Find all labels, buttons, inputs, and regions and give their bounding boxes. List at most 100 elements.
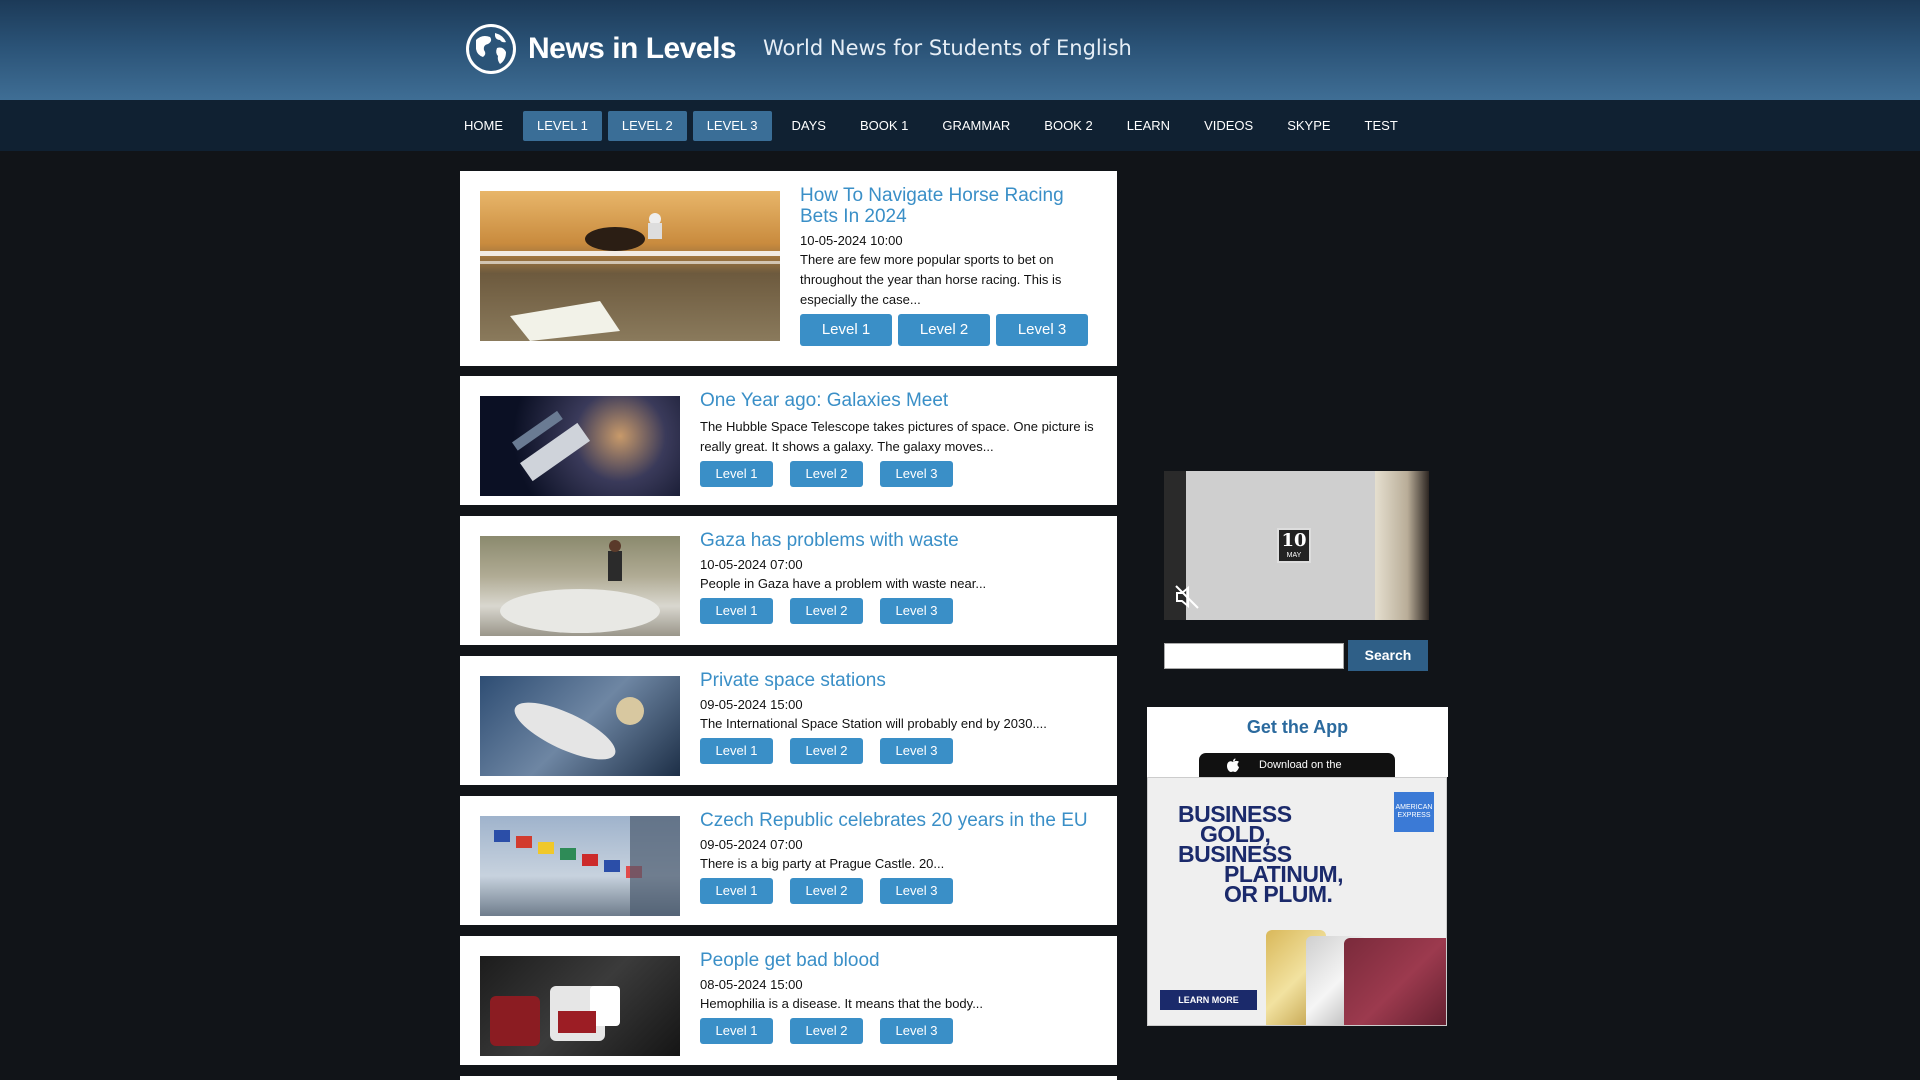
level-2-button[interactable]: Level 2: [790, 598, 863, 624]
article-title[interactable]: How To Navigate Horse Racing Bets In 202…: [800, 185, 1100, 227]
article-date: 10-05-2024 10:00: [800, 233, 903, 248]
article-body: Private space stations 09-05-2024 15:00 …: [700, 670, 1100, 764]
nav-days[interactable]: DAYS: [778, 111, 840, 141]
article-title[interactable]: Private space stations: [700, 670, 1100, 691]
level-1-button[interactable]: Level 1: [700, 878, 773, 904]
level-1-button[interactable]: Level 1: [700, 598, 773, 624]
article-thumbnail-czech-eu[interactable]: [480, 816, 680, 916]
level-2-button[interactable]: Level 2: [790, 738, 863, 764]
article-title[interactable]: People get bad blood: [700, 950, 1100, 971]
advertisement[interactable]: BUSINESS GOLD, BUSINESS PLATINUM, OR PLU…: [1147, 777, 1447, 1026]
mute-icon[interactable]: [1174, 584, 1200, 610]
article-card: One Year ago: Galaxies Meet The Hubble S…: [460, 376, 1117, 505]
article-description: There are few more popular sports to bet…: [800, 252, 1062, 307]
level-2-button[interactable]: Level 2: [790, 878, 863, 904]
article-body: One Year ago: Galaxies Meet The Hubble S…: [700, 390, 1100, 487]
video-player[interactable]: 10 MAY: [1164, 471, 1429, 620]
nav-list: HOME LEVEL 1 LEVEL 2 LEVEL 3 DAYS BOOK 1…: [450, 111, 1418, 141]
article-card: [460, 1076, 1117, 1080]
article-thumbnail-space-stations[interactable]: [480, 676, 680, 776]
level-buttons: Level 1 Level 2 Level 3: [700, 598, 1100, 624]
app-badge-text: Download on the: [1259, 759, 1342, 771]
level-buttons: Level 1 Level 2 Level 3: [700, 1018, 1100, 1044]
level-3-button[interactable]: Level 3: [880, 598, 953, 624]
article-thumbnail-horse-racing[interactable]: [480, 191, 780, 341]
article-card: How To Navigate Horse Racing Bets In 202…: [460, 171, 1117, 366]
calendar-icon: 10 MAY: [1277, 528, 1311, 563]
level-3-button[interactable]: Level 3: [880, 1018, 953, 1044]
article-description: The International Space Station will pro…: [700, 716, 1047, 731]
article-description: Hemophilia is a disease. It means that t…: [700, 996, 984, 1011]
level-buttons: Level 1 Level 2 Level 3: [700, 738, 1100, 764]
calendar-month: MAY: [1286, 552, 1302, 559]
level-1-button[interactable]: Level 1: [700, 1018, 773, 1044]
main-nav: HOME LEVEL 1 LEVEL 2 LEVEL 3 DAYS BOOK 1…: [0, 100, 1920, 151]
article-description: The Hubble Space Telescope takes picture…: [700, 419, 1094, 454]
level-buttons: Level 1 Level 2 Level 3: [700, 878, 1100, 904]
nav-level-2[interactable]: LEVEL 2: [607, 111, 687, 141]
nav-book-2[interactable]: BOOK 2: [1030, 111, 1106, 141]
ad-line: OR PLUM.: [1224, 881, 1333, 907]
nav-level-3[interactable]: LEVEL 3: [692, 111, 772, 141]
horse-racing-image: [480, 213, 780, 341]
nav-test[interactable]: TEST: [1351, 111, 1412, 141]
tagline: World News for Students of English: [763, 36, 1132, 60]
nav-learn[interactable]: LEARN: [1113, 111, 1184, 141]
level-3-button[interactable]: Level 3: [880, 738, 953, 764]
nav-videos[interactable]: VIDEOS: [1190, 111, 1267, 141]
blood-bags-image: [490, 986, 620, 1046]
waste-image: [500, 540, 660, 633]
article-card: Czech Republic celebrates 20 years in th…: [460, 796, 1117, 925]
calendar-day: 10: [1281, 530, 1307, 551]
article-date: 08-05-2024 15:00: [700, 977, 803, 992]
level-buttons: Level 1 Level 2 Level 3: [800, 314, 1100, 346]
level-2-button[interactable]: Level 2: [790, 1018, 863, 1044]
hubble-image: [512, 410, 590, 482]
app-store-badge[interactable]: Download on the: [1199, 753, 1395, 777]
space-station-image: [514, 697, 644, 760]
level-3-button[interactable]: Level 3: [880, 461, 953, 487]
article-thumbnail-blood[interactable]: [480, 956, 680, 1056]
site-name: News in Levels: [528, 32, 737, 65]
article-title[interactable]: Gaza has problems with waste: [700, 530, 1100, 551]
video-presenter: [1375, 471, 1429, 620]
article-body: Czech Republic celebrates 20 years in th…: [700, 810, 1100, 904]
eu-flags-image: [494, 816, 680, 916]
globe-icon: [466, 24, 516, 74]
level-buttons: Level 1 Level 2 Level 3: [700, 461, 1100, 487]
article-card: Gaza has problems with waste 10-05-2024 …: [460, 516, 1117, 645]
article-date: 10-05-2024 07:00: [700, 557, 803, 572]
nav-home[interactable]: HOME: [450, 111, 517, 141]
article-body: Gaza has problems with waste 10-05-2024 …: [700, 530, 1100, 624]
article-thumbnail-gaza-waste[interactable]: [480, 536, 680, 636]
app-promo: Get the App Download on the: [1147, 707, 1448, 777]
amex-logo: AMERICAN EXPRESS: [1394, 792, 1434, 832]
nav-level-1[interactable]: LEVEL 1: [523, 111, 602, 141]
search-input[interactable]: [1164, 643, 1344, 669]
brand-logo[interactable]: News in Levels: [464, 22, 737, 76]
article-body: How To Navigate Horse Racing Bets In 202…: [800, 185, 1100, 346]
article-card: People get bad blood 08-05-2024 15:00 He…: [460, 936, 1117, 1065]
article-body: People get bad blood 08-05-2024 15:00 He…: [700, 950, 1100, 1044]
level-1-button[interactable]: Level 1: [700, 738, 773, 764]
search-button[interactable]: Search: [1348, 640, 1428, 671]
site-header: News in Levels World News for Students o…: [0, 0, 1920, 100]
learn-more-button[interactable]: LEARN MORE: [1160, 990, 1257, 1010]
level-2-button[interactable]: Level 2: [790, 461, 863, 487]
level-1-button[interactable]: Level 1: [700, 461, 773, 487]
apple-icon: [1227, 758, 1239, 772]
nav-grammar[interactable]: GRAMMAR: [928, 111, 1024, 141]
article-title[interactable]: One Year ago: Galaxies Meet: [700, 390, 1100, 411]
level-3-button[interactable]: Level 3: [996, 314, 1088, 346]
nav-book-1[interactable]: BOOK 1: [846, 111, 922, 141]
plum-card-image: [1344, 938, 1446, 1025]
level-2-button[interactable]: Level 2: [898, 314, 990, 346]
ad-headline: BUSINESS GOLD, BUSINESS PLATINUM, OR PLU…: [1178, 803, 1344, 907]
article-thumbnail-galaxies[interactable]: [480, 396, 680, 496]
level-3-button[interactable]: Level 3: [880, 878, 953, 904]
article-card: Private space stations 09-05-2024 15:00 …: [460, 656, 1117, 785]
article-description: People in Gaza have a problem with waste…: [700, 576, 987, 591]
level-1-button[interactable]: Level 1: [800, 314, 892, 346]
nav-skype[interactable]: SKYPE: [1273, 111, 1344, 141]
article-title[interactable]: Czech Republic celebrates 20 years in th…: [700, 810, 1100, 831]
